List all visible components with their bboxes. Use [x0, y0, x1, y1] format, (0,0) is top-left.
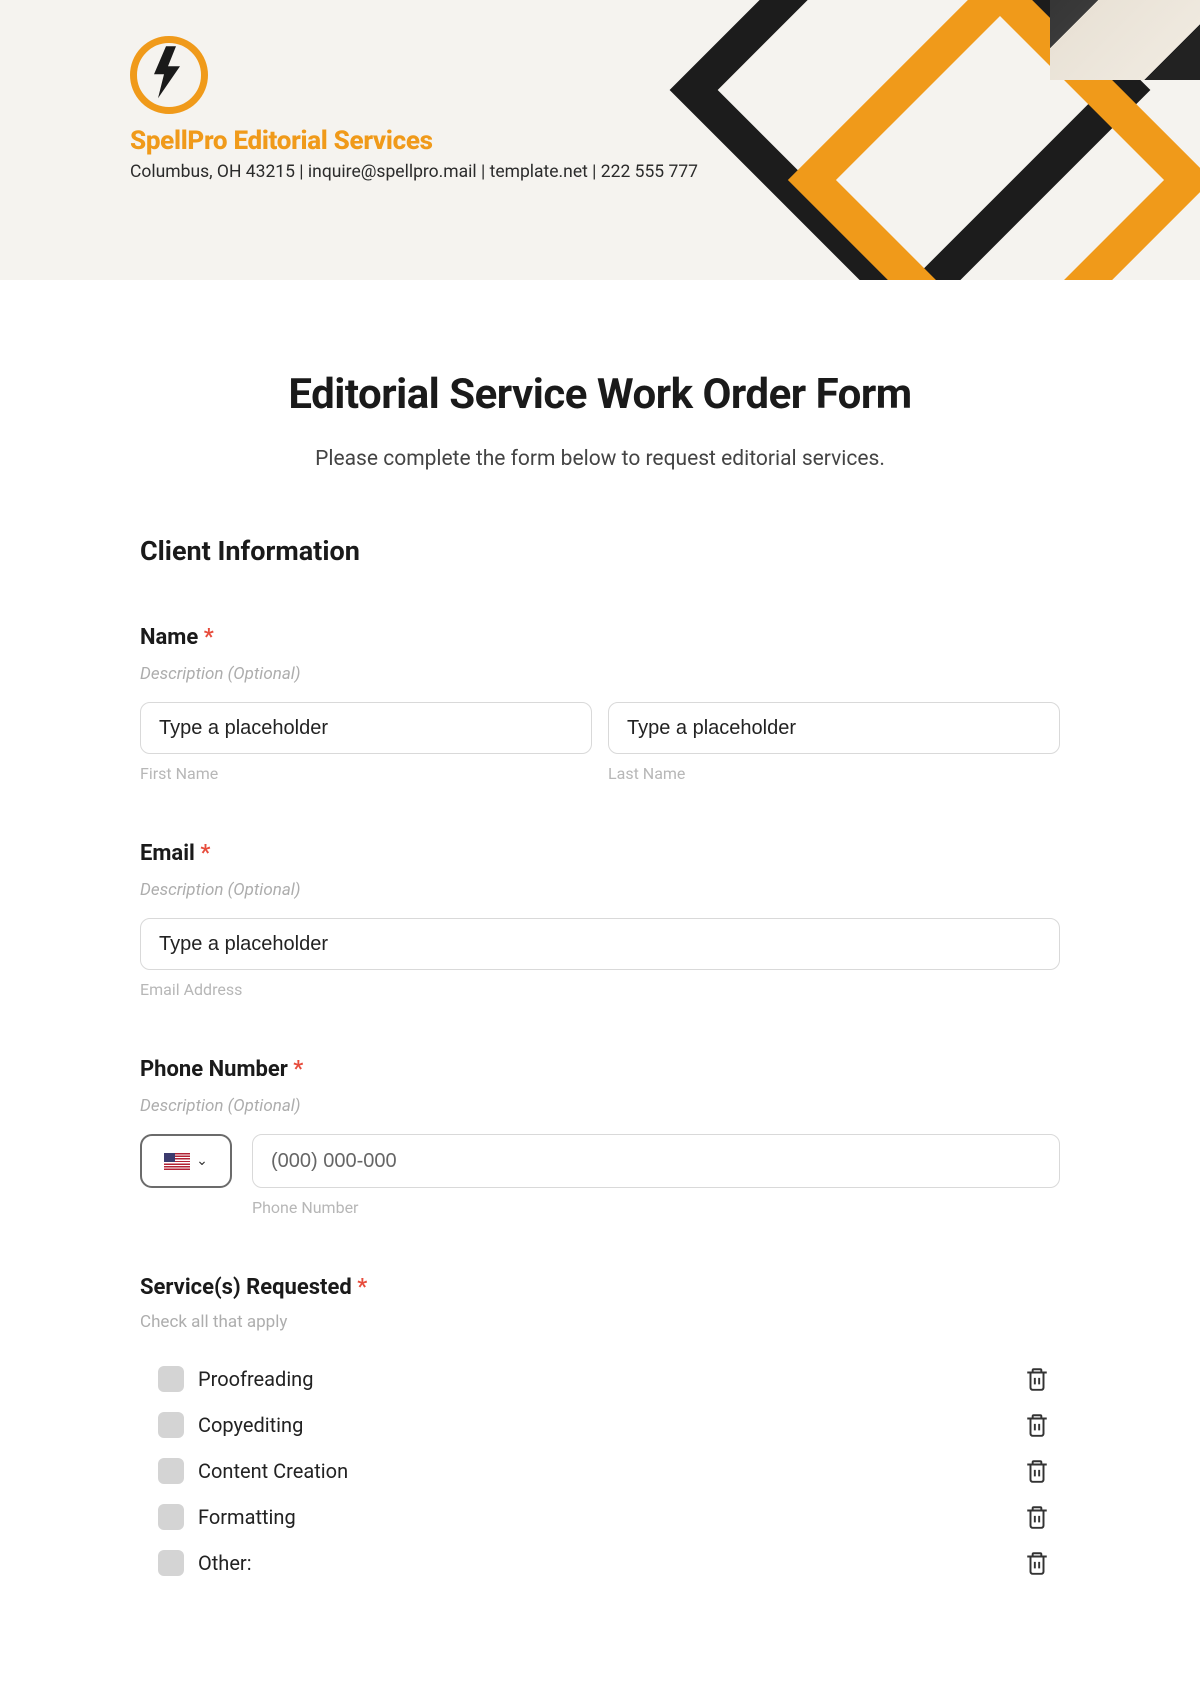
form-content: Editorial Service Work Order Form Please… — [140, 280, 1060, 1626]
service-option: Proofreading — [140, 1356, 1060, 1402]
service-option: Other: — [140, 1540, 1060, 1586]
services-checklist: Proofreading Copyediting Content Creatio… — [140, 1356, 1060, 1586]
trash-icon[interactable] — [1024, 1458, 1050, 1484]
email-label-text: Email — [140, 841, 195, 866]
phone-label-text: Phone Number — [140, 1057, 288, 1082]
email-sublabel: Email Address — [140, 980, 1060, 999]
pen-lightning-icon — [146, 44, 192, 100]
country-code-select[interactable]: ⌄ — [140, 1134, 232, 1188]
trash-icon[interactable] — [1024, 1412, 1050, 1438]
service-option: Content Creation — [140, 1448, 1060, 1494]
checkbox-proofreading[interactable] — [158, 1366, 184, 1392]
trash-icon[interactable] — [1024, 1366, 1050, 1392]
phone-description-hint[interactable]: Description (Optional) — [140, 1096, 1060, 1116]
last-name-sublabel: Last Name — [608, 764, 1060, 783]
checkbox-copyediting[interactable] — [158, 1412, 184, 1438]
chevron-down-icon: ⌄ — [196, 1153, 208, 1169]
services-hint: Check all that apply — [140, 1312, 1060, 1332]
phone-input[interactable] — [252, 1134, 1060, 1188]
field-name: Name * Description (Optional) First Name… — [140, 625, 1060, 783]
trash-icon[interactable] — [1024, 1550, 1050, 1576]
email-input[interactable] — [140, 918, 1060, 970]
services-label-text: Service(s) Requested — [140, 1275, 352, 1300]
email-label: Email * — [140, 841, 1060, 866]
form-subtitle: Please complete the form below to reques… — [140, 447, 1060, 471]
last-name-input[interactable] — [608, 702, 1060, 754]
required-marker: * — [200, 841, 210, 866]
first-name-input[interactable] — [140, 702, 592, 754]
required-marker: * — [293, 1057, 303, 1082]
service-option-label: Proofreading — [198, 1367, 1010, 1391]
service-option-label: Content Creation — [198, 1459, 1010, 1483]
first-name-sublabel: First Name — [140, 764, 592, 783]
checkbox-other[interactable] — [158, 1550, 184, 1576]
service-option: Formatting — [140, 1494, 1060, 1540]
name-label-text: Name — [140, 625, 198, 650]
service-option: Copyediting — [140, 1402, 1060, 1448]
trash-icon[interactable] — [1024, 1504, 1050, 1530]
form-title: Editorial Service Work Order Form — [140, 370, 1060, 419]
checkbox-formatting[interactable] — [158, 1504, 184, 1530]
name-description-hint[interactable]: Description (Optional) — [140, 664, 1060, 684]
header-photo — [1050, 0, 1200, 80]
phone-label: Phone Number * — [140, 1057, 1060, 1082]
services-label: Service(s) Requested * — [140, 1275, 1060, 1300]
field-email: Email * Description (Optional) Email Add… — [140, 841, 1060, 999]
company-logo — [130, 36, 208, 114]
phone-sublabel: Phone Number — [252, 1198, 1060, 1217]
field-services: Service(s) Requested * Check all that ap… — [140, 1275, 1060, 1586]
name-label: Name * — [140, 625, 1060, 650]
field-phone: Phone Number * Description (Optional) ⌄ … — [140, 1057, 1060, 1217]
service-option-label: Formatting — [198, 1505, 1010, 1529]
section-client-information: Client Information — [140, 535, 1060, 567]
page-header: SpellPro Editorial Services Columbus, OH… — [0, 0, 1200, 280]
required-marker: * — [204, 625, 214, 650]
header-decoration — [700, 0, 1200, 280]
service-option-label: Copyediting — [198, 1413, 1010, 1437]
checkbox-content-creation[interactable] — [158, 1458, 184, 1484]
flag-us-icon — [164, 1153, 190, 1170]
service-option-label: Other: — [198, 1551, 1010, 1575]
email-description-hint[interactable]: Description (Optional) — [140, 880, 1060, 900]
required-marker: * — [357, 1275, 367, 1300]
